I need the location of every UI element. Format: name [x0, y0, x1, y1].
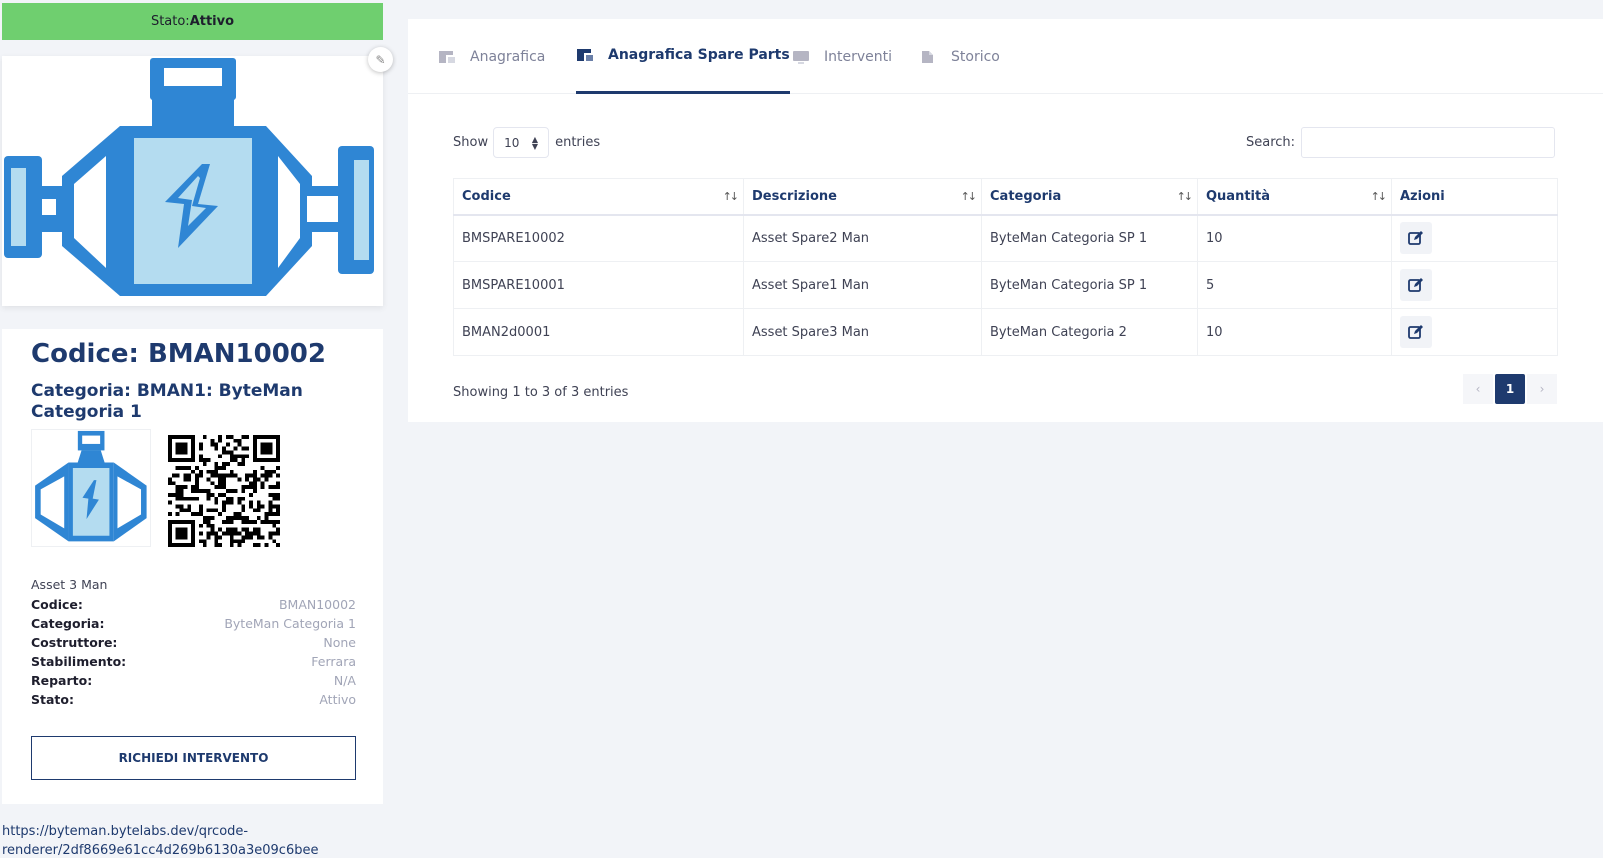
- asset-code-title: Codice: BMAN10002: [31, 339, 326, 369]
- page-button-current[interactable]: 1: [1495, 374, 1525, 404]
- detail-row-costruttore: Costruttore: None: [31, 635, 356, 650]
- search-control: Search:: [1246, 127, 1556, 158]
- pencil-icon: ✎: [375, 52, 386, 67]
- status-bar: Stato: Attivo: [2, 3, 383, 40]
- prev-page-button[interactable]: ‹: [1463, 374, 1493, 404]
- qr-code: [168, 435, 280, 547]
- table-info: Showing 1 to 3 of 3 entries: [453, 385, 629, 400]
- status-label: Stato:: [150, 14, 190, 29]
- document-icon: [922, 50, 933, 63]
- asset-image-card: [2, 56, 383, 306]
- edit-icon: [1408, 231, 1423, 246]
- detail-row-stabilimento: Stabilimento: Ferrara: [31, 654, 356, 669]
- edit-icon: [1408, 325, 1423, 339]
- sort-icon: ↑↓: [1370, 190, 1388, 203]
- tab-bar: Anagrafica Anagrafica Spare Parts Interv…: [408, 19, 1603, 94]
- asset-name: Asset 3 Man: [31, 577, 108, 592]
- entries-select[interactable]: 10 ▲ ▼: [493, 127, 550, 158]
- asset-thumbnail: [31, 429, 151, 547]
- main-card: Anagrafica Anagrafica Spare Parts Interv…: [408, 19, 1603, 422]
- edit-icon: [1408, 278, 1423, 292]
- spare-parts-table: Codice ↑↓ Descrizione ↑↓ Categoria ↑↓ Quant…: [453, 178, 1558, 356]
- edit-row-button[interactable]: [1400, 316, 1432, 348]
- page-length-control: Show 10 ▲ ▼ entries: [453, 127, 600, 158]
- detail-row-categoria: Categoria: ByteMan Categoria 1: [31, 616, 356, 631]
- col-categoria[interactable]: Categoria ↑↓: [981, 178, 1198, 216]
- sort-icon: ↑↓: [722, 190, 740, 203]
- detail-row-codice: Codice: BMAN10002: [31, 597, 356, 612]
- sort-icon: ↑↓: [960, 190, 978, 203]
- detail-row-stato: Stato: Attivo: [31, 692, 356, 707]
- col-codice[interactable]: Codice ↑↓: [453, 178, 744, 216]
- search-input[interactable]: [1301, 127, 1556, 158]
- col-quantita[interactable]: Quantità ↑↓: [1197, 178, 1392, 216]
- asset-icon: [577, 49, 593, 61]
- tab-anagrafica[interactable]: Anagrafica: [438, 19, 545, 94]
- table-row: BMSPARE10001 Asset Spare1 Man ByteMan Ca…: [453, 261, 1558, 309]
- qr-url-link[interactable]: https://byteman.bytelabs.dev/qrcode-rend…: [2, 822, 332, 858]
- asset-info-card: Codice: BMAN10002 Categoria: BMAN1: Byte…: [2, 329, 383, 804]
- tab-anagrafica-spare-parts[interactable]: Anagrafica Spare Parts: [576, 19, 790, 94]
- monitor-icon: [793, 50, 809, 64]
- select-arrows-icon: ▲ ▼: [531, 135, 539, 151]
- edit-row-button[interactable]: [1400, 269, 1432, 301]
- asset-icon: [439, 50, 455, 63]
- chevron-left-icon: ‹: [1475, 382, 1481, 396]
- edit-image-button[interactable]: ✎: [368, 47, 393, 72]
- table-row: BMAN2d0001 Asset Spare3 Man ByteMan Cate…: [453, 308, 1558, 356]
- pagination: ‹ 1 ›: [1461, 374, 1557, 404]
- edit-row-button[interactable]: [1400, 222, 1432, 255]
- next-page-button[interactable]: ›: [1527, 374, 1557, 404]
- chevron-right-icon: ›: [1539, 382, 1545, 396]
- detail-row-reparto: Reparto: N/A: [31, 673, 356, 688]
- sort-icon: ↑↓: [1176, 190, 1194, 203]
- col-descrizione[interactable]: Descrizione ↑↓: [743, 178, 982, 216]
- table-header-row: Codice ↑↓ Descrizione ↑↓ Categoria ↑↓ Quant…: [453, 178, 1558, 216]
- table-row: BMSPARE10002 Asset Spare2 Man ByteMan Ca…: [453, 214, 1558, 262]
- status-value: Attivo: [189, 14, 235, 29]
- tab-interventi[interactable]: Interventi: [792, 19, 892, 94]
- engine-icon: [4, 58, 374, 296]
- tab-storico[interactable]: Storico: [919, 19, 1000, 94]
- asset-category-title: Categoria: BMAN1: ByteMan Categoria 1: [31, 381, 303, 422]
- request-intervention-button[interactable]: RICHIEDI INTERVENTO: [31, 736, 356, 780]
- col-azioni: Azioni: [1391, 178, 1558, 216]
- engine-icon: [35, 430, 147, 542]
